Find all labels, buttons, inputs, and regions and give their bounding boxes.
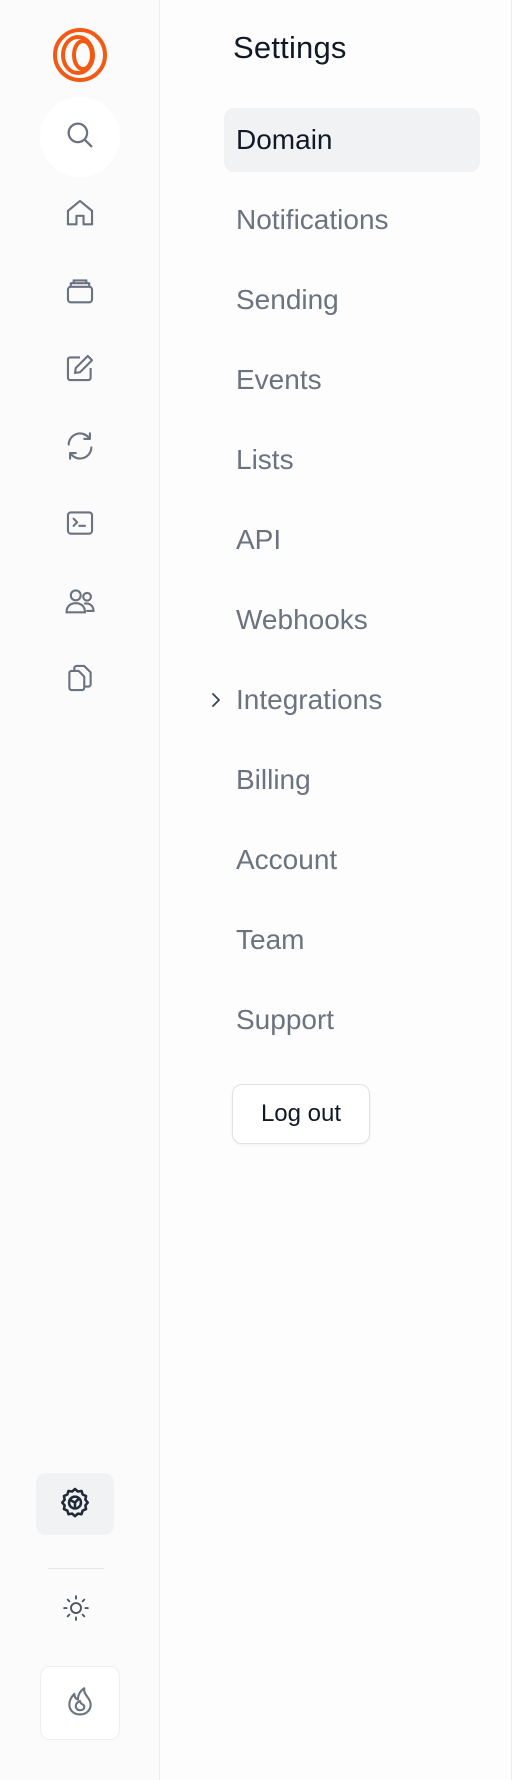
- chevron-right-icon[interactable]: [208, 690, 224, 710]
- logout-button[interactable]: Log out: [232, 1084, 370, 1144]
- settings-nav-notifications[interactable]: Notifications: [224, 188, 480, 252]
- nav-item-label: Events: [236, 364, 322, 395]
- concentric-rings-logo-icon[interactable]: [51, 26, 109, 84]
- settings-nav-domain[interactable]: Domain: [224, 108, 480, 172]
- nav-item-label: Lists: [236, 444, 294, 475]
- settings-nav-integrations[interactable]: Integrations: [224, 668, 480, 732]
- rail-item-terminal[interactable]: [40, 493, 120, 557]
- page-title: Settings: [233, 30, 347, 65]
- flame-icon: [63, 1684, 97, 1723]
- rail-item-templates[interactable]: [40, 648, 120, 712]
- rail-item-compose[interactable]: [40, 338, 120, 402]
- rail-item-automations[interactable]: [40, 416, 120, 480]
- nav-item-label: Integrations: [236, 684, 383, 715]
- rail-divider: [48, 1568, 104, 1569]
- settings-panel: Settings Domain Notifications Sending Ev…: [160, 0, 512, 1780]
- settings-nav-billing[interactable]: Billing: [224, 748, 480, 812]
- nav-item-label: API: [236, 524, 282, 555]
- rail-item-inbox[interactable]: [40, 261, 120, 325]
- nav-item-label: Billing: [236, 764, 311, 795]
- settings-nav-webhooks[interactable]: Webhooks: [224, 588, 480, 652]
- nav-item-label: Webhooks: [236, 604, 368, 635]
- settings-nav-sending[interactable]: Sending: [224, 268, 480, 332]
- inbox-icon: [63, 274, 97, 313]
- settings-nav-account[interactable]: Account: [224, 828, 480, 892]
- copy-icon: [63, 661, 97, 700]
- rail-item-home[interactable]: [40, 183, 120, 247]
- rail-item-contacts[interactable]: [40, 571, 120, 635]
- content-edge: [512, 0, 516, 1780]
- nav-item-label: Account: [236, 844, 338, 875]
- refresh-icon: [63, 429, 97, 468]
- terminal-icon: [63, 506, 97, 545]
- nav-item-label: Support: [236, 1004, 335, 1035]
- sun-icon: [61, 1593, 91, 1628]
- settings-nav-support[interactable]: Support: [224, 988, 480, 1052]
- rail-item-settings[interactable]: [36, 1473, 114, 1535]
- home-icon: [63, 196, 97, 235]
- nav-item-label: Team: [236, 924, 305, 955]
- gear-icon: [58, 1485, 92, 1524]
- theme-toggle-button[interactable]: [40, 1590, 112, 1630]
- users-icon: [63, 584, 97, 623]
- settings-nav-api[interactable]: API: [224, 508, 480, 572]
- settings-nav-events[interactable]: Events: [224, 348, 480, 412]
- app-window: Settings Domain Notifications Sending Ev…: [0, 0, 516, 1780]
- edit-icon: [63, 351, 97, 390]
- user-menu-button[interactable]: [40, 1666, 120, 1740]
- nav-item-label: Domain: [236, 124, 333, 155]
- search-button[interactable]: [40, 97, 120, 177]
- nav-item-label: Sending: [236, 284, 339, 315]
- search-icon: [63, 118, 97, 157]
- settings-nav-lists[interactable]: Lists: [224, 428, 480, 492]
- settings-nav-team[interactable]: Team: [224, 908, 480, 972]
- icon-rail: [0, 0, 160, 1780]
- nav-item-label: Notifications: [236, 204, 389, 235]
